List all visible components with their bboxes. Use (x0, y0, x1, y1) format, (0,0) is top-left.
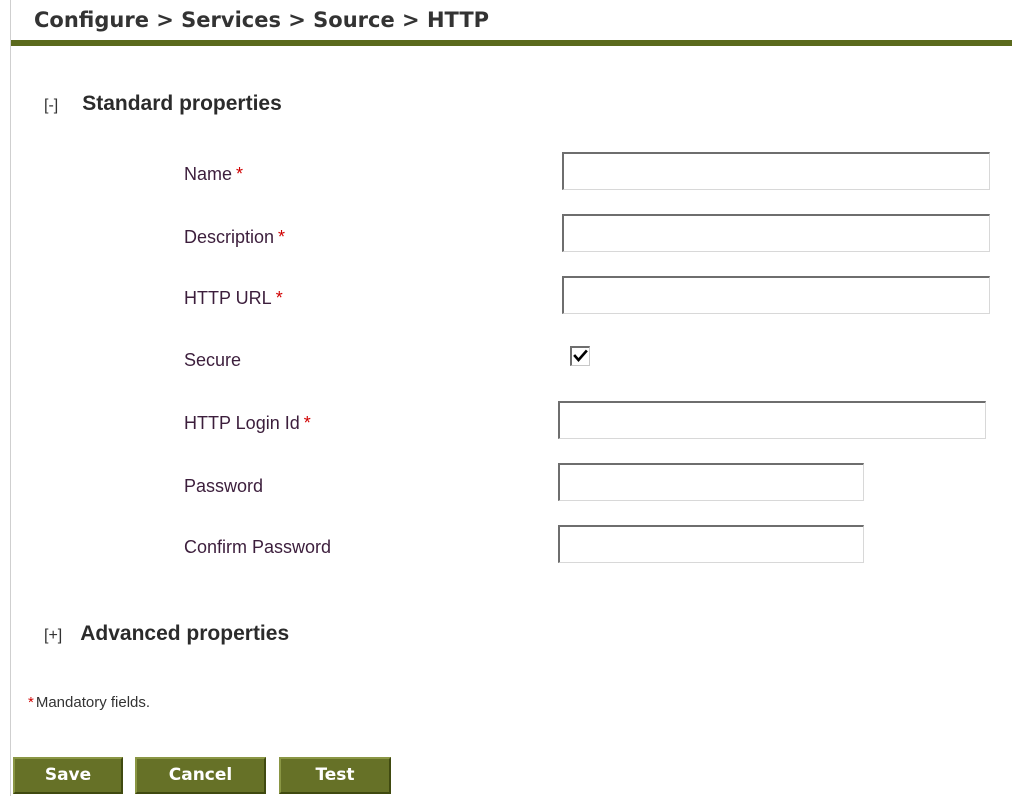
secure-checkbox[interactable] (570, 346, 590, 366)
title-divider (11, 40, 1012, 46)
description-input[interactable] (562, 214, 990, 252)
required-mark: * (275, 288, 283, 308)
advanced-properties-header: [+] Advanced properties (44, 622, 289, 646)
description-label-text: Description (184, 227, 275, 247)
breadcrumb: Configure > Services > Source > HTTP (34, 8, 490, 32)
advanced-properties-title: Advanced properties (80, 622, 290, 645)
required-mark: * (236, 164, 244, 184)
name-input[interactable] (562, 152, 990, 190)
confirm-password-input[interactable] (558, 525, 864, 563)
page-frame (10, 0, 1012, 796)
http-login-id-input[interactable] (558, 401, 986, 439)
mandatory-fields-text: Mandatory fields. (35, 694, 151, 711)
secure-label: Secure (184, 350, 241, 371)
confirm-password-label-text: Confirm Password (184, 537, 332, 557)
required-mark: * (303, 413, 311, 433)
secure-label-text: Secure (184, 350, 242, 370)
required-mark: * (278, 227, 286, 247)
mandatory-fields-note: * Mandatory fields. (28, 694, 150, 711)
http-url-label-text: HTTP URL (184, 288, 272, 308)
cancel-button[interactable]: Cancel (135, 757, 266, 794)
standard-properties-title: Standard properties (82, 92, 282, 115)
confirm-password-label: Confirm Password (184, 537, 331, 558)
standard-properties-header: [-] Standard properties (44, 92, 282, 116)
http-login-id-label-text: HTTP Login Id (184, 413, 300, 433)
name-label-text: Name (184, 164, 233, 184)
http-url-label: HTTP URL * (184, 288, 283, 309)
password-label: Password (184, 476, 263, 497)
test-button[interactable]: Test (279, 757, 391, 794)
checkmark-icon (573, 349, 588, 362)
save-button[interactable]: Save (13, 757, 123, 794)
name-label: Name * (184, 164, 243, 185)
http-login-id-label: HTTP Login Id * (184, 413, 311, 434)
required-mark: * (28, 694, 34, 711)
description-label: Description * (184, 227, 285, 248)
expand-advanced-toggle[interactable]: [+] (44, 627, 62, 645)
password-input[interactable] (558, 463, 864, 501)
collapse-standard-toggle[interactable]: [-] (44, 97, 58, 115)
http-url-input[interactable] (562, 276, 990, 314)
password-label-text: Password (184, 476, 264, 496)
